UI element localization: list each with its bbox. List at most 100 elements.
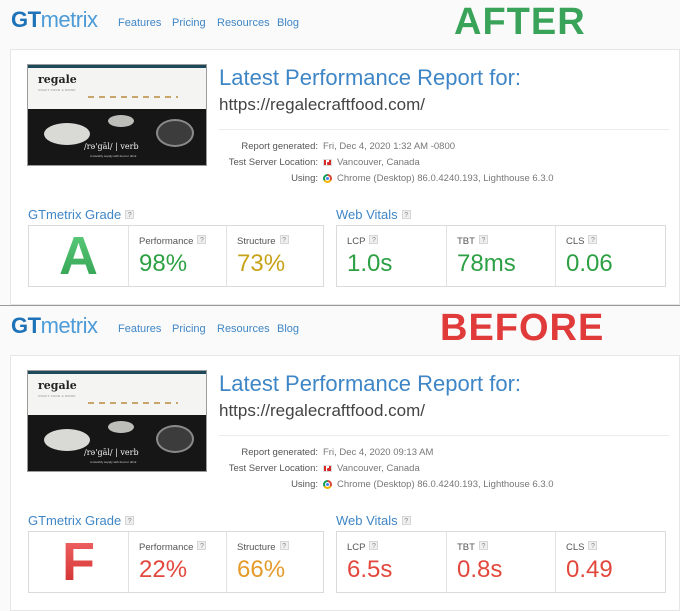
logo-suffix: metrix: [40, 313, 98, 338]
test-server-location-label: Test Server Location:: [228, 157, 318, 168]
gtmetrix-logo[interactable]: GTmetrix: [11, 313, 98, 339]
divider: [219, 435, 669, 436]
tbt-cell: TBT? 0.8s: [446, 532, 555, 592]
thumb-header: [28, 65, 206, 109]
report-title: Latest Performance Report for:: [219, 65, 522, 90]
thumb-slogan: /rə'gāl/ | verb: [84, 142, 139, 151]
thumb-header: [28, 371, 206, 415]
cls-cell: CLS? 0.06: [555, 226, 665, 286]
lcp-label: LCP?: [347, 235, 379, 247]
help-icon[interactable]: ?: [478, 541, 488, 550]
nav-pricing-link[interactable]: Pricing: [172, 323, 206, 335]
structure-cell: Structure? 73%: [226, 226, 323, 286]
after-report-panel: GTmetrix Features Pricing Resources Blog…: [0, 0, 680, 305]
nav-blog-link[interactable]: Blog: [277, 323, 299, 335]
help-icon[interactable]: ?: [279, 235, 289, 244]
report-url[interactable]: https://regalecraftfood.com/: [219, 401, 425, 421]
lcp-value: 1.0s: [347, 250, 393, 277]
canada-flag-icon: [323, 465, 332, 472]
cls-cell: CLS? 0.49: [555, 532, 665, 592]
tbt-label-text: TBT: [457, 236, 475, 247]
after-label: AFTER: [454, 1, 586, 43]
nav-features-link[interactable]: Features: [118, 17, 161, 29]
report-card: regale CRAFT FOOD & DRINK /rə'gāl/ | ver…: [10, 355, 680, 611]
performance-label-text: Performance: [139, 542, 194, 553]
nav-resources-link[interactable]: Resources: [217, 323, 270, 335]
grade-box: A Performance? 98% Structure? 73%: [28, 225, 324, 287]
thumb-slogan-sub: to lavishly supply with food or drink: [90, 154, 137, 158]
grade-letter: A: [29, 226, 128, 286]
tbt-label: TBT?: [457, 541, 488, 553]
help-icon[interactable]: ?: [401, 516, 411, 525]
gtmetrix-grade-heading: GTmetrix Grade?: [28, 207, 135, 222]
report-generated-label: Report generated:: [241, 141, 318, 152]
gtmetrix-logo[interactable]: GTmetrix: [11, 7, 98, 33]
thumb-plate: [108, 115, 134, 127]
thumb-brand: regale: [38, 73, 77, 86]
structure-label: Structure?: [237, 541, 289, 553]
cls-label: CLS?: [566, 235, 598, 247]
grade-letter: F: [29, 532, 128, 592]
using-value: Chrome (Desktop) 86.0.4240.193, Lighthou…: [337, 173, 554, 184]
web-vitals-title: Web Vitals: [336, 207, 398, 222]
top-navigation: GTmetrix Features Pricing Resources Blog…: [0, 306, 680, 352]
nav-resources-link[interactable]: Resources: [217, 17, 270, 29]
using-label: Using:: [291, 479, 318, 490]
help-icon[interactable]: ?: [401, 210, 411, 219]
tbt-label: TBT?: [457, 235, 488, 247]
tbt-cell: TBT? 78ms: [446, 226, 555, 286]
performance-label: Performance?: [139, 541, 207, 553]
web-vitals-heading: Web Vitals?: [336, 513, 411, 528]
structure-value: 66%: [237, 556, 286, 583]
help-icon[interactable]: ?: [197, 235, 207, 244]
report-url[interactable]: https://regalecraftfood.com/: [219, 95, 425, 115]
gtmetrix-grade-title: GTmetrix Grade: [28, 513, 122, 528]
help-icon[interactable]: ?: [588, 235, 598, 244]
help-icon[interactable]: ?: [478, 235, 488, 244]
help-icon[interactable]: ?: [588, 541, 598, 550]
nav-features-link[interactable]: Features: [118, 323, 161, 335]
help-icon[interactable]: ?: [369, 541, 379, 550]
report-generated-value: Fri, Dec 4, 2020 09:13 AM: [323, 447, 434, 458]
help-icon[interactable]: ?: [279, 541, 289, 550]
using-label: Using:: [291, 173, 318, 184]
using-value: Chrome (Desktop) 86.0.4240.193, Lighthou…: [337, 479, 554, 490]
report-generated-label: Report generated:: [241, 447, 318, 458]
lcp-label-text: LCP: [347, 236, 366, 247]
tbt-value: 78ms: [457, 250, 516, 277]
thumb-slogan-sub: to lavishly supply with food or drink: [90, 460, 137, 464]
help-icon[interactable]: ?: [125, 516, 135, 525]
gtmetrix-grade-heading: GTmetrix Grade?: [28, 513, 135, 528]
lcp-label: LCP?: [347, 541, 379, 553]
web-vitals-box: LCP? 1.0s TBT? 78ms CLS? 0.06: [336, 225, 666, 287]
web-vitals-heading: Web Vitals?: [336, 207, 411, 222]
before-report-panel: GTmetrix Features Pricing Resources Blog…: [0, 306, 680, 611]
nav-blog-link[interactable]: Blog: [277, 17, 299, 29]
structure-cell: Structure? 66%: [226, 532, 323, 592]
report-generated-value: Fri, Dec 4, 2020 1:32 AM -0800: [323, 141, 456, 152]
test-server-location-value: Vancouver, Canada: [337, 463, 420, 474]
thumb-top-bar: [28, 371, 206, 374]
cls-label-text: CLS: [566, 236, 585, 247]
thumb-brand-sub: CRAFT FOOD & DRINK: [38, 394, 76, 398]
structure-label-text: Structure: [237, 236, 276, 247]
lcp-cell: LCP? 1.0s: [337, 226, 446, 286]
performance-label: Performance?: [139, 235, 207, 247]
report-card: regale CRAFT FOOD & DRINK /rə'gāl/ | ver…: [10, 49, 680, 305]
help-icon[interactable]: ?: [369, 235, 379, 244]
performance-value: 98%: [139, 250, 188, 277]
logo-prefix: GT: [11, 7, 41, 32]
thumb-brand: regale: [38, 379, 77, 392]
test-server-location-label: Test Server Location:: [228, 463, 318, 474]
thumb-top-bar: [28, 65, 206, 68]
thumb-menu: [88, 96, 178, 98]
canada-flag-icon: [323, 159, 332, 166]
performance-cell: Performance? 98%: [128, 226, 226, 286]
web-vitals-title: Web Vitals: [336, 513, 398, 528]
thumb-plate: [108, 421, 134, 433]
nav-pricing-link[interactable]: Pricing: [172, 17, 206, 29]
cls-value: 0.06: [566, 250, 613, 277]
help-icon[interactable]: ?: [197, 541, 207, 550]
help-icon[interactable]: ?: [125, 210, 135, 219]
cls-value: 0.49: [566, 556, 613, 583]
